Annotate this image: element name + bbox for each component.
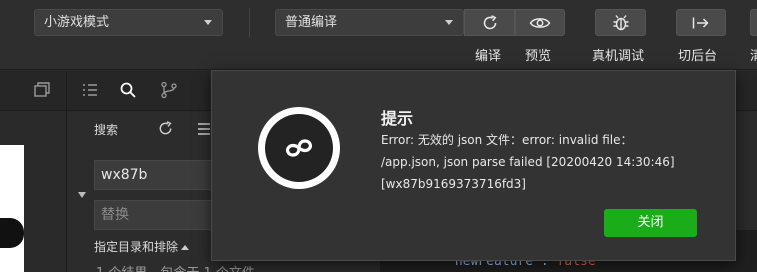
scope-toggle[interactable]: 指定目录和排除 (94, 238, 190, 255)
search-icon[interactable] (119, 81, 137, 103)
search-input[interactable]: wx87b (94, 160, 214, 190)
eye-icon (529, 17, 551, 28)
refresh-icon (483, 14, 496, 29)
search-input-value: wx87b (101, 167, 148, 183)
error-dialog: 提示 Error: 无效的 json 文件：error: invalid fil… (211, 70, 736, 261)
list-icon[interactable] (81, 81, 99, 103)
clear-results-icon[interactable] (196, 121, 212, 141)
refresh-search-icon[interactable] (157, 120, 174, 141)
scope-label: 指定目录和排除 (94, 240, 179, 254)
dialog-message-line: Error: 无效的 json 文件：error: invalid file： (381, 133, 633, 147)
dialog-message-line: [wx87b9169373716fd3] (381, 177, 526, 191)
window-icon[interactable] (33, 81, 51, 103)
compile-select[interactable]: 普通编译 (275, 9, 464, 36)
search-result-summary: 1 个结果 - 包含于 1 个文件 (96, 262, 255, 272)
top-toolbar: 小游戏模式 普通编译 编译 预览 真机调试 切后台 清 (0, 0, 757, 70)
clear-cache-label: 清 (750, 49, 757, 64)
replace-input[interactable]: 替换 (94, 200, 214, 230)
search-panel-title: 搜索 (94, 123, 119, 137)
switch-background-button[interactable] (676, 9, 726, 36)
bug-icon (613, 14, 628, 30)
mode-select-value: 小游戏模式 (44, 15, 110, 30)
preview-label: 预览 (525, 49, 552, 64)
remote-debug-button[interactable] (595, 9, 646, 36)
clear-cache-button[interactable] (750, 9, 757, 36)
close-button[interactable]: 关闭 (604, 209, 697, 237)
switch-background-icon (692, 17, 709, 28)
miniprogram-logo-icon (258, 107, 340, 189)
toggle-replace-icon[interactable] (78, 192, 86, 198)
preview-button[interactable] (515, 9, 565, 36)
dialog-message-line: /app.json, json parse failed [20200420 1… (381, 155, 675, 169)
replace-input-placeholder: 替换 (101, 207, 129, 223)
dialog-title: 提示 (381, 109, 414, 128)
switch-background-label: 切后台 (678, 49, 718, 64)
source-control-icon[interactable] (160, 81, 178, 103)
toolbar-divider (249, 8, 250, 37)
chevron-down-icon (445, 20, 453, 25)
chevron-up-icon (181, 245, 190, 250)
compile-button[interactable] (464, 9, 515, 36)
compile-select-value: 普通编译 (285, 15, 338, 30)
compile-label: 编译 (475, 49, 502, 64)
chevron-down-icon (204, 20, 212, 25)
remote-debug-label: 真机调试 (592, 49, 645, 64)
mode-select[interactable]: 小游戏模式 (34, 9, 223, 36)
simulator-screen (0, 145, 24, 272)
dialog-message: Error: 无效的 json 文件：error: invalid file： … (381, 129, 711, 195)
